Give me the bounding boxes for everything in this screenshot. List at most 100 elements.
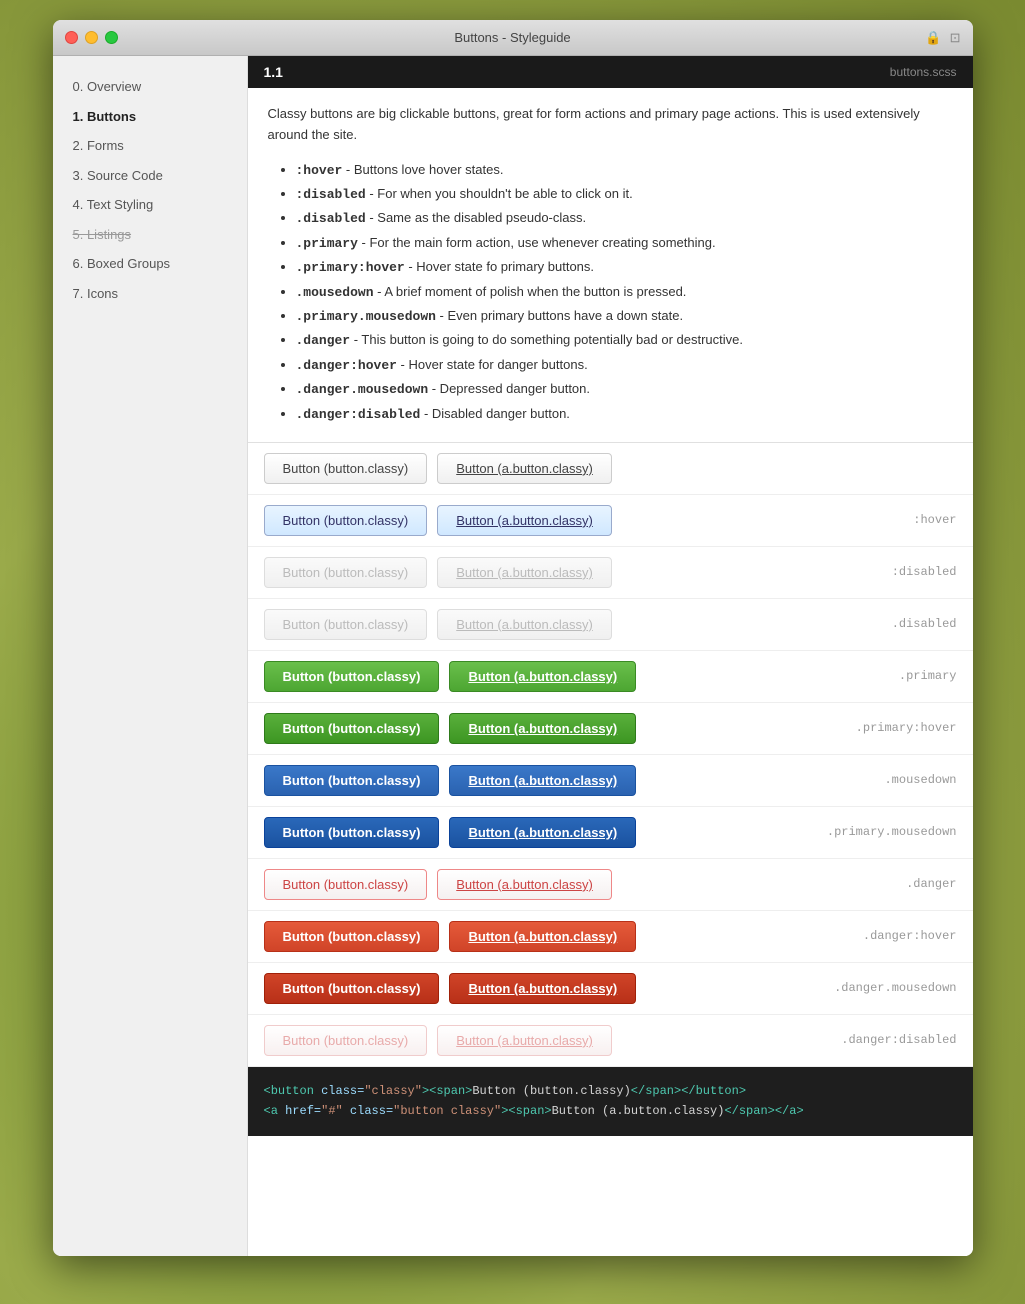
resize-icon: ⊡ (950, 30, 961, 46)
btn-group-mousedown: Button (button.classy) Button (a.button.… (264, 765, 637, 796)
bullet-disabled-class: .disabled - Same as the disabled pseudo-… (296, 206, 953, 230)
demo-area: Button (button.classy) Button (a.button.… (248, 443, 973, 1067)
demo-row-disabled-pseudo: Button (button.classy) Button (a.button.… (248, 547, 973, 599)
demo-row-primary-mousedown: Button (button.classy) Button (a.button.… (248, 807, 973, 859)
btn-group-danger-hover: Button (button.classy) Button (a.button.… (264, 921, 637, 952)
section-file: buttons.scss (890, 65, 957, 79)
btn-disabled-class-button: Button (button.classy) (264, 609, 428, 640)
code-line-2: <a href="#" class="button classy"><span>… (264, 1101, 957, 1121)
demo-row-primary-hover: Button (button.classy) Button (a.button.… (248, 703, 973, 755)
titlebar-right-icons: 🔒 ⊡ (925, 30, 960, 46)
demo-row-danger-disabled: Button (button.classy) Button (a.button.… (248, 1015, 973, 1067)
demo-row-disabled-class: Button (button.classy) Button (a.button.… (248, 599, 973, 651)
btn-primary-mousedown-link[interactable]: Button (a.button.classy) (449, 817, 636, 848)
sidebar-item-listings[interactable]: 5. Listings (53, 220, 247, 250)
demo-row-mousedown: Button (button.classy) Button (a.button.… (248, 755, 973, 807)
titlebar: Buttons - Styleguide 🔒 ⊡ (53, 20, 973, 56)
state-label-danger-disabled: .danger:disabled (841, 1033, 956, 1047)
app-window: Buttons - Styleguide 🔒 ⊡ 0. Overview 1. … (53, 20, 973, 1256)
btn-mousedown-link[interactable]: Button (a.button.classy) (449, 765, 636, 796)
demo-row-default: Button (button.classy) Button (a.button.… (248, 443, 973, 495)
btn-group-danger: Button (button.classy) Button (a.button.… (264, 869, 612, 900)
btn-primary-link[interactable]: Button (a.button.classy) (449, 661, 636, 692)
state-label-danger-hover: .danger:hover (863, 929, 957, 943)
bullet-primary-hover: .primary:hover - Hover state fo primary … (296, 255, 953, 279)
bullet-danger-disabled: .danger:disabled - Disabled danger butto… (296, 402, 953, 426)
bullet-danger-mousedown: .danger.mousedown - Depressed danger but… (296, 377, 953, 401)
btn-danger-disabled-button: Button (button.classy) (264, 1025, 428, 1056)
description-area: Classy buttons are big clickable buttons… (248, 88, 973, 443)
demo-row-danger-mousedown: Button (button.classy) Button (a.button.… (248, 963, 973, 1015)
bullet-danger: .danger - This button is going to do som… (296, 328, 953, 352)
sidebar-item-overview[interactable]: 0. Overview (53, 72, 247, 102)
btn-group-danger-disabled: Button (button.classy) Button (a.button.… (264, 1025, 612, 1056)
bullet-disabled-pseudo: :disabled - For when you shouldn't be ab… (296, 182, 953, 206)
state-label-danger-mousedown: .danger.mousedown (834, 981, 956, 995)
btn-primary-button[interactable]: Button (button.classy) (264, 661, 440, 692)
btn-danger-disabled-link: Button (a.button.classy) (437, 1025, 612, 1056)
btn-primary-mousedown-button[interactable]: Button (button.classy) (264, 817, 440, 848)
btn-default-button[interactable]: Button (button.classy) (264, 453, 428, 484)
btn-danger-mousedown-button[interactable]: Button (button.classy) (264, 973, 440, 1004)
btn-danger-hover-link[interactable]: Button (a.button.classy) (449, 921, 636, 952)
state-label-disabled-class: .disabled (892, 617, 957, 631)
btn-group-primary-mousedown: Button (button.classy) Button (a.button.… (264, 817, 637, 848)
code-line-1: <button class="classy"><span>Button (but… (264, 1081, 957, 1101)
btn-primary-hover-link[interactable]: Button (a.button.classy) (449, 713, 636, 744)
btn-danger-mousedown-link[interactable]: Button (a.button.classy) (449, 973, 636, 1004)
minimize-button[interactable] (85, 31, 98, 44)
sidebar: 0. Overview 1. Buttons 2. Forms 3. Sourc… (53, 56, 248, 1256)
code-footer: <button class="classy"><span>Button (but… (248, 1067, 973, 1136)
section-number: 1.1 (264, 64, 283, 80)
lock-icon: 🔒 (925, 30, 941, 46)
window-controls (65, 31, 118, 44)
bullet-danger-hover: .danger:hover - Hover state for danger b… (296, 353, 953, 377)
demo-row-hover: Button (button.classy) Button (a.button.… (248, 495, 973, 547)
description-text: Classy buttons are big clickable buttons… (268, 104, 953, 146)
btn-group-danger-mousedown: Button (button.classy) Button (a.button.… (264, 973, 637, 1004)
demo-row-danger: Button (button.classy) Button (a.button.… (248, 859, 973, 911)
sidebar-item-buttons[interactable]: 1. Buttons (53, 102, 247, 132)
btn-hover-link[interactable]: Button (a.button.classy) (437, 505, 612, 536)
btn-group-primary-hover: Button (button.classy) Button (a.button.… (264, 713, 637, 744)
btn-disabled-pseudo-link: Button (a.button.classy) (437, 557, 612, 588)
demo-row-primary: Button (button.classy) Button (a.button.… (248, 651, 973, 703)
maximize-button[interactable] (105, 31, 118, 44)
sidebar-item-source-code[interactable]: 3. Source Code (53, 161, 247, 191)
section-header: 1.1 buttons.scss (248, 56, 973, 88)
bullet-primary-mousedown: .primary.mousedown - Even primary button… (296, 304, 953, 328)
state-label-hover: :hover (913, 513, 956, 527)
state-label-disabled-pseudo: :disabled (892, 565, 957, 579)
btn-group-hover: Button (button.classy) Button (a.button.… (264, 505, 612, 536)
bullet-list: :hover - Buttons love hover states. :dis… (268, 158, 953, 426)
sidebar-item-boxed-groups[interactable]: 6. Boxed Groups (53, 249, 247, 279)
state-label-primary: .primary (899, 669, 957, 683)
app-body: 0. Overview 1. Buttons 2. Forms 3. Sourc… (53, 56, 973, 1256)
state-label-danger: .danger (906, 877, 956, 891)
bullet-mousedown: .mousedown - A brief moment of polish wh… (296, 280, 953, 304)
btn-danger-link[interactable]: Button (a.button.classy) (437, 869, 612, 900)
btn-danger-button[interactable]: Button (button.classy) (264, 869, 428, 900)
state-label-primary-mousedown: .primary.mousedown (827, 825, 957, 839)
btn-primary-hover-button[interactable]: Button (button.classy) (264, 713, 440, 744)
sidebar-item-forms[interactable]: 2. Forms (53, 131, 247, 161)
sidebar-item-text-styling[interactable]: 4. Text Styling (53, 190, 247, 220)
demo-row-danger-hover: Button (button.classy) Button (a.button.… (248, 911, 973, 963)
btn-group-default: Button (button.classy) Button (a.button.… (264, 453, 612, 484)
main-content: 1.1 buttons.scss Classy buttons are big … (248, 56, 973, 1256)
close-button[interactable] (65, 31, 78, 44)
sidebar-item-icons[interactable]: 7. Icons (53, 279, 247, 309)
btn-mousedown-button[interactable]: Button (button.classy) (264, 765, 440, 796)
btn-default-link[interactable]: Button (a.button.classy) (437, 453, 612, 484)
state-label-mousedown: .mousedown (884, 773, 956, 787)
bullet-hover: :hover - Buttons love hover states. (296, 158, 953, 182)
btn-group-disabled-pseudo: Button (button.classy) Button (a.button.… (264, 557, 612, 588)
btn-danger-hover-button[interactable]: Button (button.classy) (264, 921, 440, 952)
btn-group-primary: Button (button.classy) Button (a.button.… (264, 661, 637, 692)
state-label-primary-hover: .primary:hover (856, 721, 957, 735)
bullet-primary: .primary - For the main form action, use… (296, 231, 953, 255)
btn-hover-button[interactable]: Button (button.classy) (264, 505, 428, 536)
window-title: Buttons - Styleguide (454, 30, 570, 45)
btn-disabled-class-link: Button (a.button.classy) (437, 609, 612, 640)
btn-disabled-pseudo-button: Button (button.classy) (264, 557, 428, 588)
